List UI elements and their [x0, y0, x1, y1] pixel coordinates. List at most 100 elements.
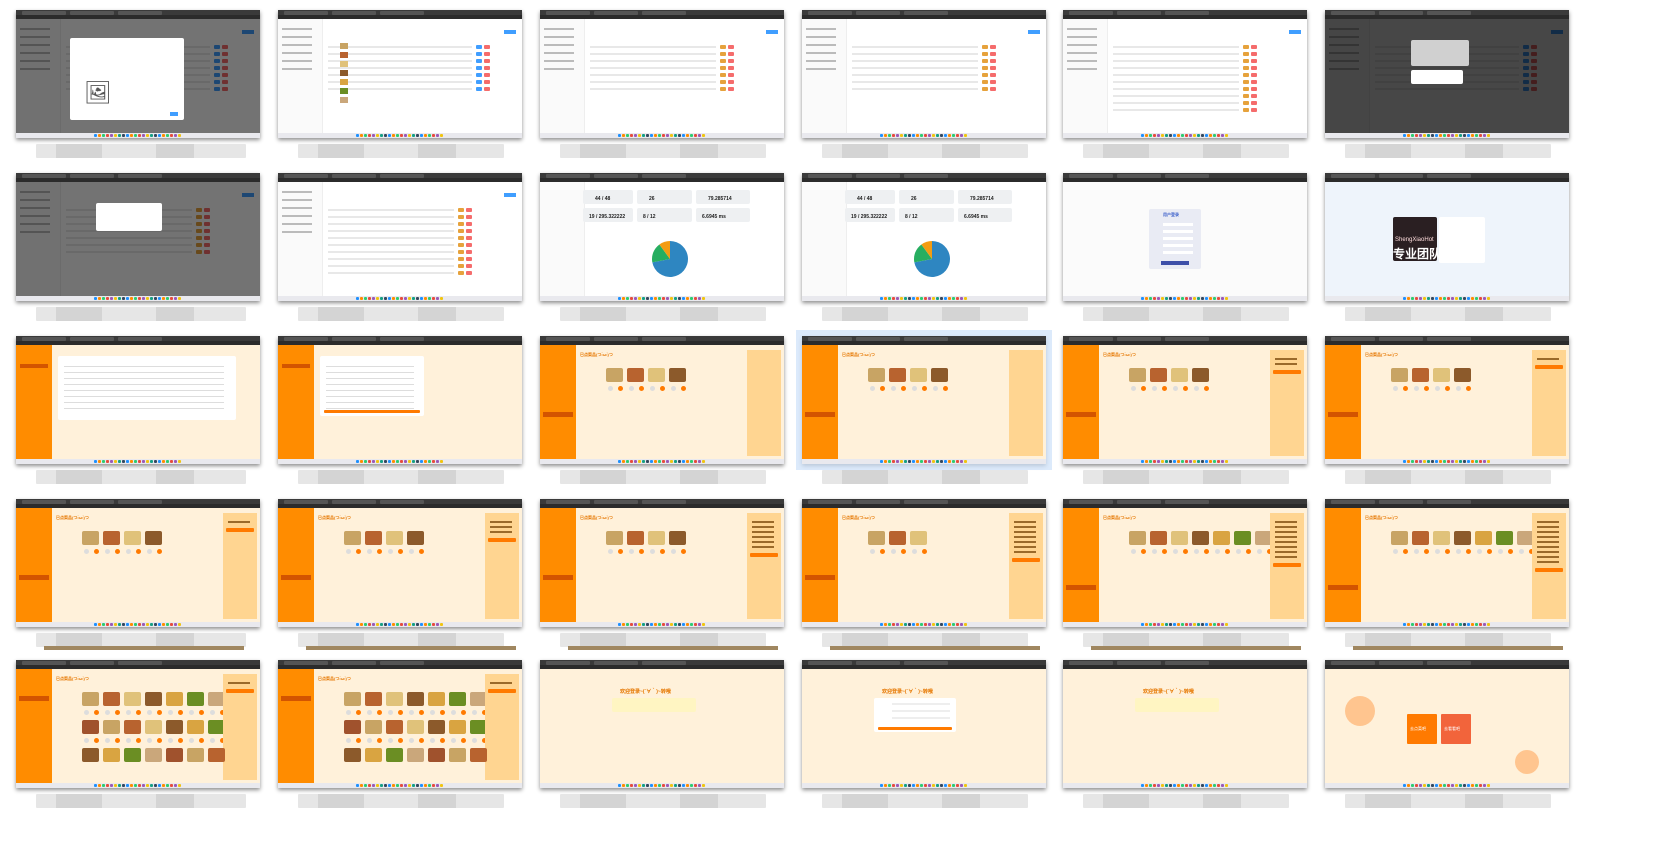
taskbar-icon[interactable] [1415, 297, 1418, 300]
sidebar-item[interactable] [1067, 68, 1097, 70]
taskbar-icon[interactable] [416, 784, 419, 787]
remove-button[interactable] [1414, 386, 1419, 391]
sidebar-item[interactable] [805, 402, 835, 407]
food-image[interactable] [1475, 531, 1492, 545]
taskbar-icon[interactable] [166, 784, 169, 787]
sidebar-item[interactable] [1328, 525, 1358, 530]
taskbar-icon[interactable] [384, 134, 387, 137]
taskbar-icon[interactable] [690, 623, 693, 626]
taskbar-icon[interactable] [178, 134, 181, 137]
add-to-cart-button[interactable] [922, 386, 927, 391]
food-image[interactable] [407, 531, 424, 545]
add-to-cart-button[interactable] [157, 549, 162, 554]
taskbar-icon[interactable] [1419, 784, 1422, 787]
taskbar-icon[interactable] [682, 623, 685, 626]
edit-button[interactable] [476, 87, 482, 91]
sidebar-item[interactable] [1066, 382, 1096, 387]
taskbar-icon[interactable] [658, 297, 661, 300]
taskbar-icon[interactable] [1439, 460, 1442, 463]
food-image[interactable] [386, 692, 403, 706]
taskbar-icon[interactable] [1149, 784, 1152, 787]
taskbar-icon[interactable] [166, 297, 169, 300]
taskbar-icon[interactable] [960, 134, 963, 137]
taskbar-icon[interactable] [356, 460, 359, 463]
taskbar-icon[interactable] [368, 784, 371, 787]
thumbnail-user-orders[interactable] [16, 336, 260, 464]
food-image[interactable] [648, 368, 665, 382]
taskbar-icon[interactable] [940, 297, 943, 300]
taskbar-icon[interactable] [642, 297, 645, 300]
add-to-cart-button[interactable] [1162, 386, 1167, 391]
taskbar-icon[interactable] [1201, 134, 1204, 137]
edit-button[interactable] [476, 80, 482, 84]
taskbar-icon[interactable] [916, 460, 919, 463]
taskbar-icon[interactable] [138, 297, 141, 300]
add-to-cart-button[interactable] [94, 738, 99, 743]
taskbar-icon[interactable] [1153, 297, 1156, 300]
taskbar-icon[interactable] [1185, 784, 1188, 787]
taskbar-icon[interactable] [360, 297, 363, 300]
sidebar-item[interactable] [1328, 432, 1358, 437]
taskbar-icon[interactable] [404, 297, 407, 300]
delete-button[interactable] [728, 45, 734, 49]
taskbar-icon[interactable] [960, 297, 963, 300]
taskbar-icon[interactable] [376, 784, 379, 787]
taskbar-icon[interactable] [1403, 134, 1406, 137]
taskbar-icon[interactable] [642, 460, 645, 463]
taskbar-icon[interactable] [888, 297, 891, 300]
taskbar-icon[interactable] [638, 784, 641, 787]
thumbnail-food-4-cart-e[interactable]: 已点菜品(つ•̀ω•́)つ [540, 499, 784, 627]
taskbar-icon[interactable] [1455, 784, 1458, 787]
add-to-cart-button[interactable] [1246, 549, 1251, 554]
taskbar-icon[interactable] [900, 297, 903, 300]
taskbar-icon[interactable] [1217, 784, 1220, 787]
taskbar-icon[interactable] [94, 460, 97, 463]
taskbar-icon[interactable] [1439, 297, 1442, 300]
add-to-cart-button[interactable] [660, 549, 665, 554]
food-image[interactable] [648, 531, 665, 545]
taskbar-icon[interactable] [368, 297, 371, 300]
taskbar-icon[interactable] [1443, 460, 1446, 463]
taskbar-icon[interactable] [138, 460, 141, 463]
taskbar-icon[interactable] [1467, 297, 1470, 300]
taskbar-icon[interactable] [1225, 784, 1228, 787]
taskbar-icon[interactable] [1427, 134, 1430, 137]
taskbar-icon[interactable] [1455, 134, 1458, 137]
taskbar-icon[interactable] [674, 623, 677, 626]
edit-button[interactable] [1243, 94, 1249, 98]
food-image[interactable] [627, 531, 644, 545]
taskbar-icon[interactable] [1197, 297, 1200, 300]
taskbar-icon[interactable] [702, 134, 705, 137]
taskbar-icon[interactable] [428, 623, 431, 626]
taskbar-icon[interactable] [114, 460, 117, 463]
taskbar-icon[interactable] [650, 784, 653, 787]
sidebar-item[interactable] [806, 36, 836, 38]
taskbar-icon[interactable] [1221, 134, 1224, 137]
taskbar-icon[interactable] [920, 623, 923, 626]
taskbar-icon[interactable] [1423, 460, 1426, 463]
delete-button[interactable] [466, 229, 472, 233]
thumbnail-food-4[interactable]: 已点菜品(つ•̀ω•́)つ [540, 336, 784, 464]
taskbar-icon[interactable] [1205, 623, 1208, 626]
taskbar-icon[interactable] [896, 784, 899, 787]
edit-button[interactable] [720, 52, 726, 56]
taskbar-icon[interactable] [364, 784, 367, 787]
edit-button[interactable] [720, 66, 726, 70]
remove-button[interactable] [346, 710, 351, 715]
taskbar-icon[interactable] [1407, 297, 1410, 300]
food-image[interactable] [868, 368, 885, 382]
add-to-cart-button[interactable] [1183, 386, 1188, 391]
taskbar-icon[interactable] [98, 784, 101, 787]
taskbar-icon[interactable] [1419, 623, 1422, 626]
sidebar-item[interactable] [805, 432, 835, 437]
taskbar-icon[interactable] [698, 134, 701, 137]
taskbar-icon[interactable] [174, 460, 177, 463]
taskbar-icon[interactable] [424, 784, 427, 787]
taskbar-icon[interactable] [662, 297, 665, 300]
taskbar-icon[interactable] [690, 297, 693, 300]
taskbar-icon[interactable] [1181, 623, 1184, 626]
delete-button[interactable] [484, 80, 490, 84]
taskbar-icon[interactable] [686, 134, 689, 137]
taskbar-icon[interactable] [928, 784, 931, 787]
taskbar-icon[interactable] [1431, 460, 1434, 463]
